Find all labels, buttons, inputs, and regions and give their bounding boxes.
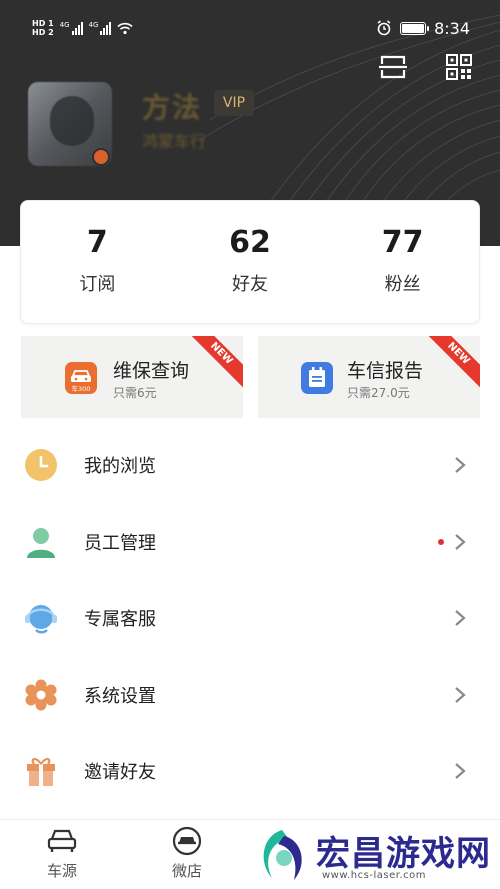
- menu-item-customer-service[interactable]: 专属客服: [0, 580, 500, 657]
- chevron-right-icon: [455, 686, 466, 703]
- stats-card: 7 订阅 62 好友 77 粉丝: [20, 200, 480, 324]
- stat-label: 好友: [232, 274, 268, 295]
- service-title: 维保查询: [113, 360, 190, 382]
- menu-label: 专属客服: [84, 609, 156, 631]
- status-bar: HD 1 HD 2 4G 4G 8:34: [32, 12, 470, 44]
- qr-code-icon[interactable]: [444, 52, 474, 82]
- battery-icon: [400, 21, 430, 35]
- stat-friends[interactable]: 62 好友: [174, 201, 327, 323]
- new-ribbon: NEW: [422, 336, 480, 390]
- menu-item-staff-management[interactable]: 员工管理: [0, 504, 500, 581]
- tab-label: 微店: [171, 862, 202, 880]
- watermark-text: 宏昌游戏网: [316, 834, 491, 874]
- watermark-url: www.hcs-laser.com: [322, 870, 426, 881]
- report-icon: [301, 362, 333, 394]
- chevron-right-icon: [455, 763, 466, 780]
- vip-badge: VIP: [214, 90, 254, 116]
- service-title: 车信报告: [347, 360, 424, 382]
- user-subtitle: 鸿蒙车行: [142, 132, 207, 151]
- menu-label: 我的浏览: [84, 456, 156, 478]
- gift-icon: [27, 758, 55, 787]
- vehicle-report-card[interactable]: 车信报告 只需27.0元 NEW: [258, 336, 480, 418]
- menu-item-invite-friends[interactable]: 邀请好友: [0, 733, 500, 810]
- svg-text:车300: 车300: [72, 384, 91, 393]
- stat-subscriptions[interactable]: 7 订阅: [21, 201, 174, 323]
- tab-label: 车源: [46, 862, 77, 880]
- alarm-icon: [377, 20, 391, 36]
- wifi-icon: [117, 22, 134, 34]
- gear-icon: [25, 679, 57, 711]
- user-name: 方法: [142, 91, 203, 124]
- new-ribbon: NEW: [185, 336, 243, 390]
- menu-label: 员工管理: [84, 532, 156, 554]
- shop-icon: [172, 826, 202, 856]
- maintenance-query-card[interactable]: 车300 维保查询 只需6元 NEW: [21, 336, 243, 418]
- tab-micro-shop[interactable]: 微店: [147, 826, 227, 881]
- service-price: 只需27.0元: [347, 386, 410, 400]
- menu-list: 我的浏览 员工管理 专属客服 系统设置 邀请好友: [0, 427, 500, 810]
- stat-label: 粉丝: [384, 274, 421, 295]
- stat-followers[interactable]: 77 粉丝: [326, 201, 479, 323]
- headset-icon: [25, 605, 57, 634]
- status-time: 8:34: [434, 18, 470, 38]
- stat-value: 77: [381, 225, 424, 260]
- chevron-right-icon: [455, 457, 466, 474]
- menu-label: 邀请好友: [84, 762, 156, 784]
- watermark-logo: [263, 830, 302, 880]
- watermark: 宏昌游戏网 www.hcs-laser.com: [252, 822, 500, 889]
- car300-icon: 车300: [65, 362, 97, 394]
- notification-dot: [438, 538, 444, 545]
- chevron-right-icon: [455, 533, 466, 550]
- menu-item-system-settings[interactable]: 系统设置: [0, 657, 500, 734]
- avatar-badge-icon: [92, 148, 110, 166]
- service-price: 只需6元: [113, 386, 157, 400]
- stat-label: 订阅: [79, 274, 116, 295]
- menu-item-browsing-history[interactable]: 我的浏览: [0, 427, 500, 504]
- signal-icon: 4G: [60, 21, 83, 35]
- hd-indicator: HD 1 HD 2: [32, 19, 54, 37]
- chevron-right-icon: [455, 610, 466, 627]
- car-icon: [47, 829, 77, 852]
- clock-icon: [25, 449, 57, 482]
- person-icon: [27, 527, 55, 558]
- stat-value: 62: [229, 225, 271, 260]
- stat-value: 7: [86, 225, 108, 260]
- scan-icon[interactable]: [378, 52, 408, 82]
- tab-car-source[interactable]: 车源: [22, 826, 102, 881]
- signal-icon: 4G: [89, 21, 112, 35]
- menu-label: 系统设置: [84, 685, 156, 707]
